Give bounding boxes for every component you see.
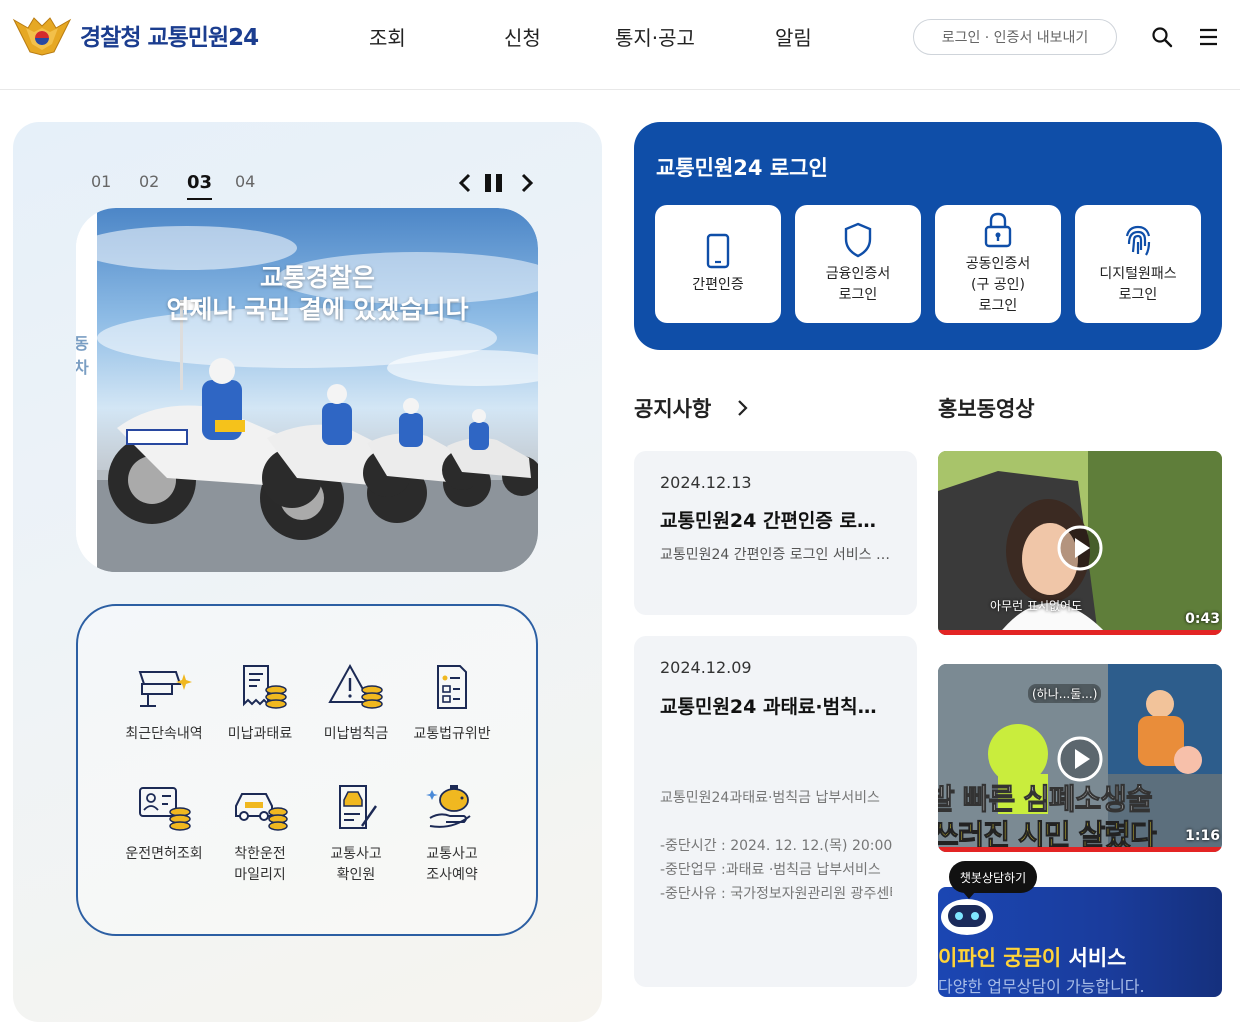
video-progress-bar — [938, 630, 1222, 635]
notice-item[interactable]: 2024.12.13 교통민원24 간편인증 로그인 서비스 안내 교통민원24… — [634, 451, 917, 615]
banner-image: 교통경찰은 언제나 국민 곁에 있겠습니다 — [97, 208, 538, 572]
chevron-left-icon[interactable] — [455, 172, 475, 194]
chatbot-subtitle: 다양한 업무상담이 가능합니다. — [938, 977, 1145, 996]
chatbot-banner[interactable]: 이파인 궁금이 서비스 다양한 업무상담이 가능합니다. — [938, 887, 1222, 997]
login-title: 교통민원24 로그인 — [656, 156, 828, 180]
chatbot-tooltip[interactable]: 챗봇상담하기 — [949, 861, 1037, 899]
slide-num-1[interactable]: 01 — [91, 172, 139, 199]
camera-icon — [138, 671, 192, 707]
warning-coins-icon — [328, 663, 383, 709]
digital-onepass-button[interactable]: 디지털원패스 로그인 — [1075, 205, 1201, 323]
document-list-icon — [437, 665, 467, 709]
simple-auth-button[interactable]: 간편인증 — [655, 205, 781, 323]
videos-heading: 홍보동영상 — [938, 397, 1035, 421]
car-coins-icon — [235, 793, 288, 831]
financial-cert-button[interactable]: 금융인증서 로그인 — [795, 205, 921, 323]
login-export-button[interactable]: 로그인 · 인증서 내보내기 — [913, 19, 1117, 55]
service-traffic-violation[interactable]: 교통법규위반 — [402, 662, 502, 745]
nav-item-inquiry[interactable]: 조회 — [369, 22, 406, 51]
accident-document-icon — [339, 785, 377, 829]
joint-cert-button[interactable]: 공동인증서 (구 공인) 로그인 — [935, 205, 1061, 323]
chevron-right-icon[interactable] — [734, 398, 750, 418]
nav-item-notice[interactable]: 통지·공고 — [615, 22, 695, 51]
receipt-coins-icon — [243, 665, 287, 709]
id-card-coins-icon — [139, 787, 191, 831]
banner-title: 교통경찰은 언제나 국민 곁에 있겠습니다 — [166, 263, 469, 324]
lock-icon — [984, 212, 1012, 247]
play-icon[interactable] — [1057, 525, 1103, 571]
service-accident-certificate[interactable]: 교통사고 확인원 — [306, 782, 406, 886]
pause-icon[interactable] — [484, 172, 504, 194]
notice-item[interactable]: 2024.12.09 교통민원24 과태료·범칙금 납부서비스 중단 안내 교통… — [634, 636, 917, 987]
site-header: 경찰청 교통민원24 조회 신청 통지·공고 알림 로그인 · 인증서 내보내기 — [0, 0, 1240, 90]
notice-body: 교통민원24과태료·범칙금 납부서비스 -중단시간 : 2024. 12. 12… — [660, 790, 892, 902]
chatbot-robot-icon — [941, 899, 993, 935]
shield-icon — [844, 222, 872, 258]
service-recent-enforcement[interactable]: 최근단속내역 — [114, 662, 214, 745]
video-item-1[interactable]: 아무런 표시없어도 0:43 — [938, 451, 1222, 635]
slide-num-2[interactable]: 02 — [139, 172, 187, 199]
slide-pagination: 01 02 03 04 — [91, 172, 283, 200]
service-license-inquiry[interactable]: 운전면허조회 — [114, 782, 214, 865]
service-good-driving-mileage[interactable]: 착한운전 마일리지 — [210, 782, 310, 886]
nav-item-apply[interactable]: 신청 — [504, 22, 541, 51]
service-unpaid-fine[interactable]: 미납과태료 — [210, 662, 310, 745]
main-banner[interactable]: 동차 교통경찰은 언제나 국민 곁에 있겠습니다 — [76, 208, 538, 572]
login-card: 교통민원24 로그인 간편인증 금융인증서 로그인 공동인증서 (구 공인) 로… — [634, 122, 1222, 350]
service-accident-reservation[interactable]: 교통사고 조사예약 — [402, 782, 502, 886]
menu-icon[interactable] — [1198, 26, 1220, 48]
chatbot-title: 이파인 궁금이 서비스 — [938, 946, 1127, 970]
phone-icon — [706, 233, 730, 268]
main-visual-panel: 01 02 03 04 동차 교통경찰은 언제나 국민 곁에 있겠습니다 최근단… — [13, 122, 602, 1022]
service-unpaid-penalty[interactable]: 미납범칙금 — [306, 662, 406, 745]
slide-num-3[interactable]: 03 — [187, 172, 235, 200]
notices-heading[interactable]: 공지사항 — [634, 393, 711, 423]
fingerprint-icon — [1125, 225, 1151, 256]
chevron-right-icon[interactable] — [517, 172, 537, 194]
quick-services: 최근단속내역 미납과태료 미납범칙금 교통법규위반 운전면허조회 착한운전 마일… — [76, 604, 538, 936]
video-progress-bar — [938, 847, 1222, 852]
prev-slide-edge: 동차 — [76, 208, 98, 572]
search-icon[interactable] — [1151, 26, 1173, 48]
nav-item-alerts[interactable]: 알림 — [775, 22, 812, 51]
slide-num-4[interactable]: 04 — [235, 172, 283, 199]
piggy-hand-icon — [426, 785, 471, 828]
video-item-2[interactable]: (하나...둘...) 발 빠른 심폐소생술 쓰러진 시민 살렸다 1:16 — [938, 664, 1222, 852]
